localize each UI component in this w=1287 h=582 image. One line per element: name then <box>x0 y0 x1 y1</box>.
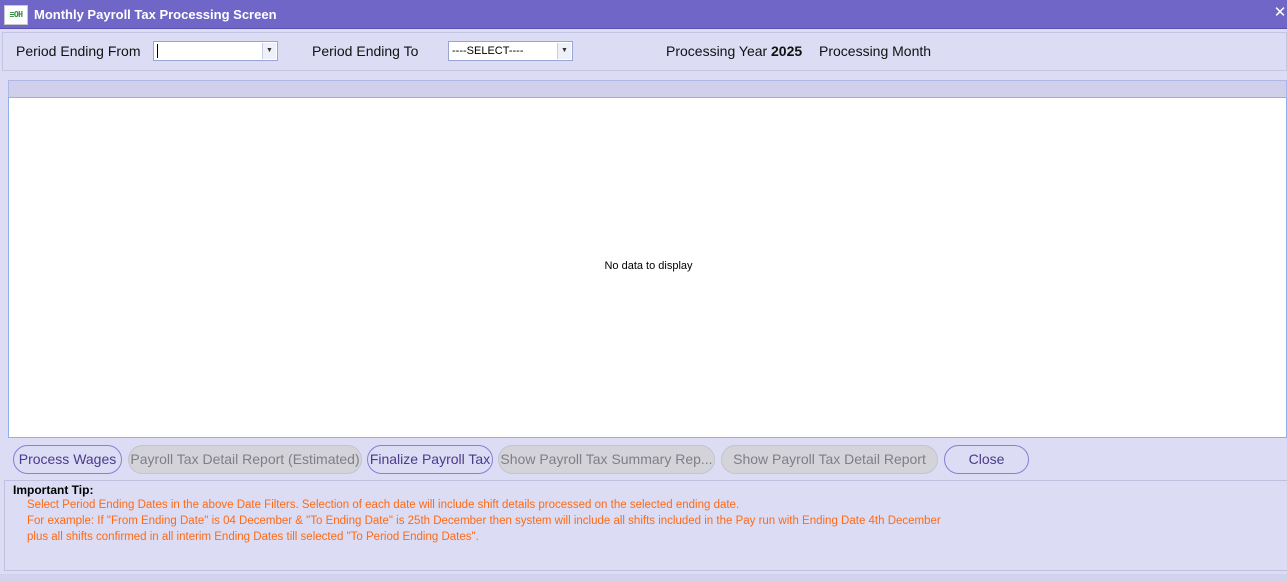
payroll-tax-detail-estimated-button[interactable]: Payroll Tax Detail Report (Estimated) <box>128 445 362 474</box>
show-payroll-tax-summary-button[interactable]: Show Payroll Tax Summary Rep... <box>498 445 715 474</box>
period-from-combo[interactable]: ▼ <box>153 41 278 61</box>
window-title: Monthly Payroll Tax Processing Screen <box>34 7 277 22</box>
text-cursor <box>157 44 158 58</box>
tip-line: For example: If "From Ending Date" is 04… <box>27 515 941 527</box>
title-bar: ≡OH Monthly Payroll Tax Processing Scree… <box>0 0 1287 29</box>
chevron-down-icon[interactable]: ▼ <box>557 43 571 59</box>
period-from-label: Period Ending From <box>16 43 141 59</box>
period-to-value[interactable]: ----SELECT---- <box>452 45 524 57</box>
tip-line: plus all shifts confirmed in all interim… <box>27 531 479 543</box>
chevron-down-icon[interactable]: ▼ <box>262 43 276 59</box>
processing-month-label: Processing Month <box>819 43 932 59</box>
show-payroll-tax-detail-button[interactable]: Show Payroll Tax Detail Report <box>721 445 938 474</box>
close-button[interactable]: Close <box>944 445 1029 474</box>
processing-year-value: 2025 <box>771 43 803 59</box>
finalize-payroll-tax-button[interactable]: Finalize Payroll Tax <box>367 445 493 474</box>
period-to-combo[interactable]: ----SELECT---- ▼ <box>448 41 573 61</box>
tip-line: Select Period Ending Dates in the above … <box>27 499 740 511</box>
data-grid[interactable]: No data to display <box>8 97 1287 438</box>
grid-empty-message: No data to display <box>604 260 693 272</box>
close-icon[interactable]: ✕ <box>1273 4 1287 22</box>
filter-bar: Period Ending From ▼ Period Ending To --… <box>2 32 1287 71</box>
tip-title: Important Tip: <box>13 483 94 497</box>
period-to-label: Period Ending To <box>312 43 419 59</box>
app-logo-icon: ≡OH <box>4 5 28 25</box>
processing-year-label: Processing Year <box>666 43 768 59</box>
important-tip-panel: Important Tip: Select Period Ending Date… <box>4 480 1287 571</box>
grid-header <box>8 80 1287 98</box>
process-wages-button[interactable]: Process Wages <box>13 445 122 474</box>
status-strip <box>0 574 1287 582</box>
